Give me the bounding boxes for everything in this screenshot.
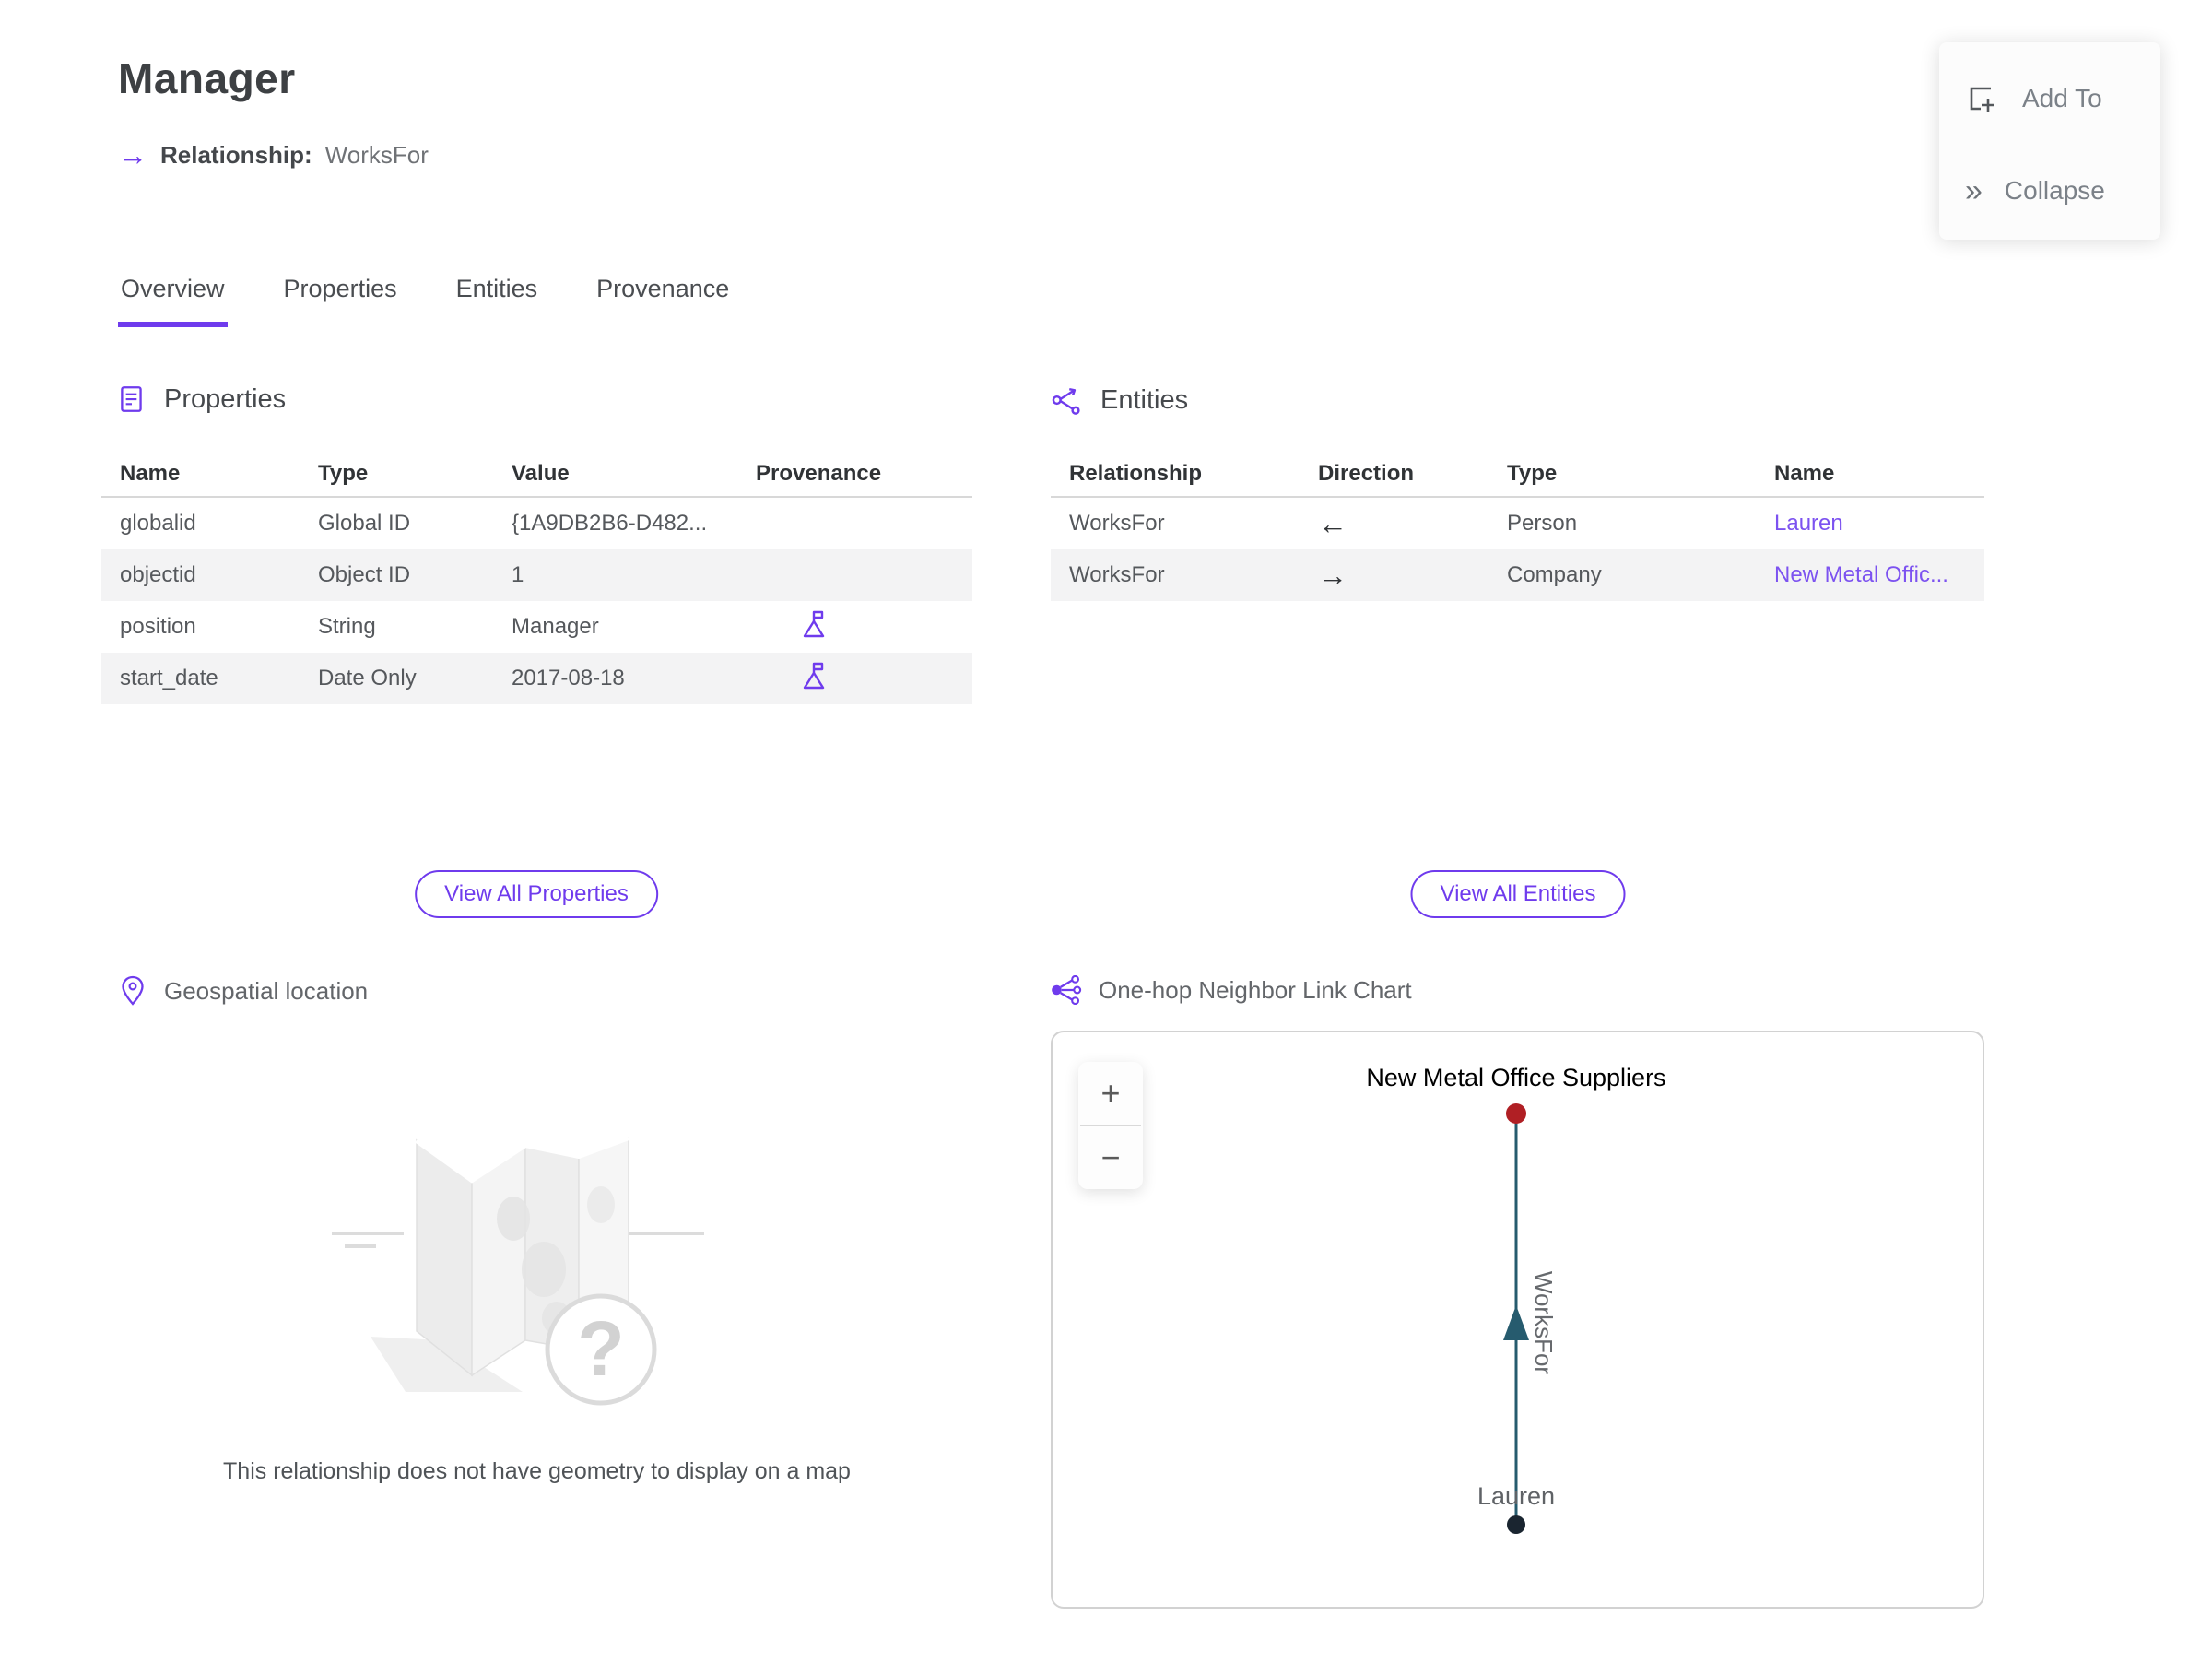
table-row[interactable]: WorksFor ← Person Lauren (1051, 498, 1984, 549)
prop-value: 2017-08-18 (512, 666, 625, 690)
no-geometry-message: This relationship does not have geometry… (223, 1458, 851, 1484)
breadcrumb: → Relationship: WorksFor (118, 140, 429, 170)
prop-value: 1 (512, 562, 524, 587)
col-header: Name (1774, 461, 1835, 486)
properties-section-header: Properties (116, 383, 286, 415)
entities-section-title: Entities (1100, 384, 1189, 415)
detail-tabs: Overview Properties Entities Provenance (118, 275, 732, 327)
relationship-arrow-icon: → (118, 138, 147, 171)
prop-value: {1A9DB2B6-D482... (512, 511, 708, 536)
document-icon (121, 386, 142, 412)
no-geometry-map-illustration: ? (332, 1135, 704, 1406)
link-chart-section-title: One-hop Neighbor Link Chart (1099, 975, 1412, 1004)
entities-table-header: Relationship Direction Type Name (1051, 452, 1984, 498)
prop-type: Object ID (318, 562, 411, 587)
geospatial-section-header: Geospatial location (118, 975, 368, 1007)
entity-relationship: WorksFor (1069, 562, 1165, 587)
provenance-flag-icon[interactable] (800, 609, 828, 645)
table-row[interactable]: start_date Date Only 2017-08-18 (101, 653, 972, 704)
tab-provenance[interactable]: Provenance (594, 275, 732, 327)
direction-arrow-icon: ← (1318, 506, 1347, 540)
add-to-button[interactable]: Add To (1939, 57, 2160, 140)
tab-entities[interactable]: Entities (453, 275, 541, 327)
col-header: Name (120, 461, 181, 486)
entity-type: Company (1507, 562, 1602, 587)
question-mark-glyph: ? (577, 1305, 624, 1392)
prop-name: start_date (120, 666, 218, 690)
relationship-detail-page: Manager → Relationship: WorksFor Add To … (0, 0, 2212, 1674)
col-header: Type (318, 461, 369, 486)
collapse-label: Collapse (2004, 176, 2105, 205)
table-row[interactable]: WorksFor → Company New Metal Offic... (1051, 549, 1984, 601)
link-chart-icon (1052, 975, 1082, 1005)
prop-type: Global ID (318, 511, 411, 536)
view-all-entities-button[interactable]: View All Entities (1410, 870, 1626, 918)
company-node[interactable] (1506, 1103, 1526, 1124)
table-row[interactable]: position String Manager (101, 601, 972, 653)
col-header: Relationship (1069, 461, 1203, 486)
add-to-icon (1970, 87, 1994, 112)
table-row[interactable]: globalid Global ID {1A9DB2B6-D482... (101, 498, 972, 549)
properties-table: Name Type Value Provenance globalid Glob… (101, 452, 972, 704)
table-row[interactable]: objectid Object ID 1 (101, 549, 972, 601)
person-node[interactable] (1507, 1515, 1525, 1534)
entity-name-link[interactable]: Lauren (1756, 511, 1984, 536)
double-chevron-right-icon: » (1965, 172, 1983, 208)
person-node-label: Lauren (1477, 1482, 1555, 1510)
prop-name: position (120, 614, 196, 639)
company-node-label: New Metal Office Suppliers (1366, 1064, 1665, 1091)
col-header: Value (512, 461, 570, 486)
properties-section-title: Properties (164, 383, 287, 414)
edge-label: WorksFor (1530, 1271, 1558, 1375)
prop-value: Manager (512, 614, 599, 639)
prop-provenance (737, 609, 972, 645)
prop-name: globalid (120, 511, 196, 536)
entities-section-header: Entities (1051, 383, 1188, 417)
relationship-label: Relationship: (160, 140, 312, 169)
link-chart-section-header: One-hop Neighbor Link Chart (1049, 975, 1412, 1005)
page-title: Manager (118, 54, 296, 102)
entities-table: Relationship Direction Type Name WorksFo… (1051, 452, 1984, 601)
provenance-flag-icon[interactable] (800, 661, 828, 697)
direction-arrow-icon: → (1318, 558, 1347, 592)
edge-arrowhead-icon (1503, 1305, 1529, 1340)
entity-type: Person (1507, 511, 1578, 536)
relationship-type-value: WorksFor (324, 140, 429, 169)
link-chart-canvas[interactable]: + − WorksFor New Metal Office Suppliers … (1051, 1031, 1984, 1609)
tab-properties[interactable]: Properties (281, 275, 400, 327)
properties-table-header: Name Type Value Provenance (101, 452, 972, 498)
floating-action-panel: Add To » Collapse (1939, 42, 2160, 240)
geospatial-section-title: Geospatial location (164, 976, 369, 1005)
prop-name: objectid (120, 562, 196, 587)
prop-provenance (737, 661, 972, 697)
col-header: Direction (1318, 461, 1415, 486)
entity-relationship: WorksFor (1069, 511, 1165, 536)
prop-type: Date Only (318, 666, 417, 690)
link-chart-graph: WorksFor New Metal Office Suppliers Laur… (1366, 1064, 1666, 1534)
map-pin-icon (122, 975, 144, 1006)
add-to-label: Add To (2022, 84, 2102, 112)
entities-graph-icon (1052, 387, 1080, 415)
entity-name-link[interactable]: New Metal Offic... (1756, 562, 1984, 588)
view-all-properties-button[interactable]: View All Properties (415, 870, 658, 918)
collapse-button[interactable]: » Collapse (1939, 149, 2160, 232)
tab-overview[interactable]: Overview (118, 275, 228, 327)
prop-type: String (318, 614, 376, 639)
col-header: Provenance (756, 461, 882, 486)
col-header: Type (1507, 461, 1558, 486)
